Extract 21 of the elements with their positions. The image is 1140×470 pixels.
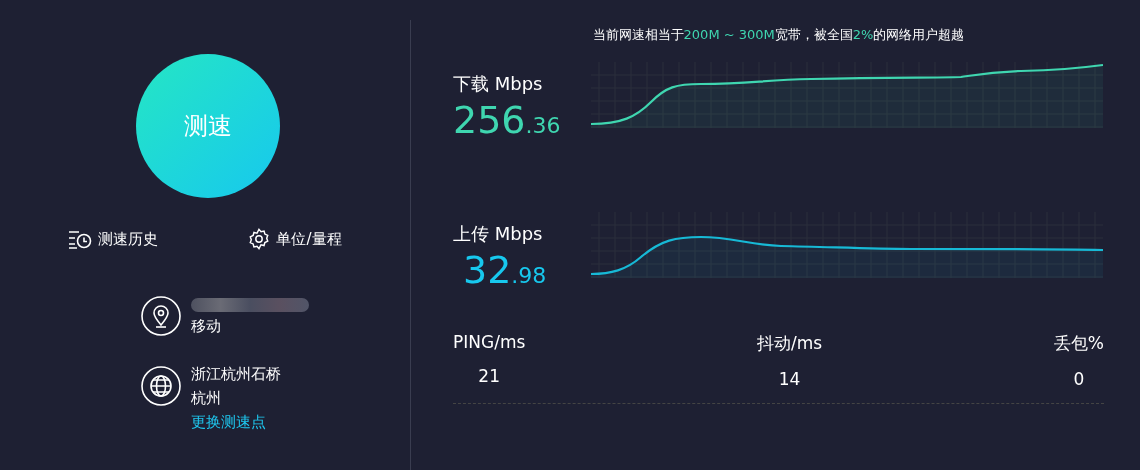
action-link[interactable]: 测速历史 [68,228,159,250]
action-link[interactable]: 单位/量程 [248,228,342,250]
stat-label: 抖动/ms [757,332,823,355]
stat-value: 0 [1073,369,1085,389]
change-server-link[interactable]: 更换测速点 [191,412,281,432]
speed-value: 32.98 [463,248,548,292]
location-pin-icon [141,296,181,336]
speed-value: 256.36 [453,98,562,142]
isp-name: 移动 [191,316,222,336]
globe-icon [141,366,181,406]
history-icon [68,229,93,249]
stat-value: 14 [778,369,801,389]
server-location: 浙江杭州石桥 [191,364,281,384]
speed-summary: 当前网速相当于200M ~ 300M宽带，被全国2%的网络用户超越 [591,26,966,44]
server-city: 杭州 [191,388,222,408]
settings-icon [248,228,271,250]
speed-label: 上传 Mbps [453,222,544,246]
stat-value: 21 [478,366,500,386]
speed-label: 下载 Mbps [453,72,544,96]
stat-label: 丢包% [1053,332,1104,355]
stat-label: PING/ms [453,332,526,352]
